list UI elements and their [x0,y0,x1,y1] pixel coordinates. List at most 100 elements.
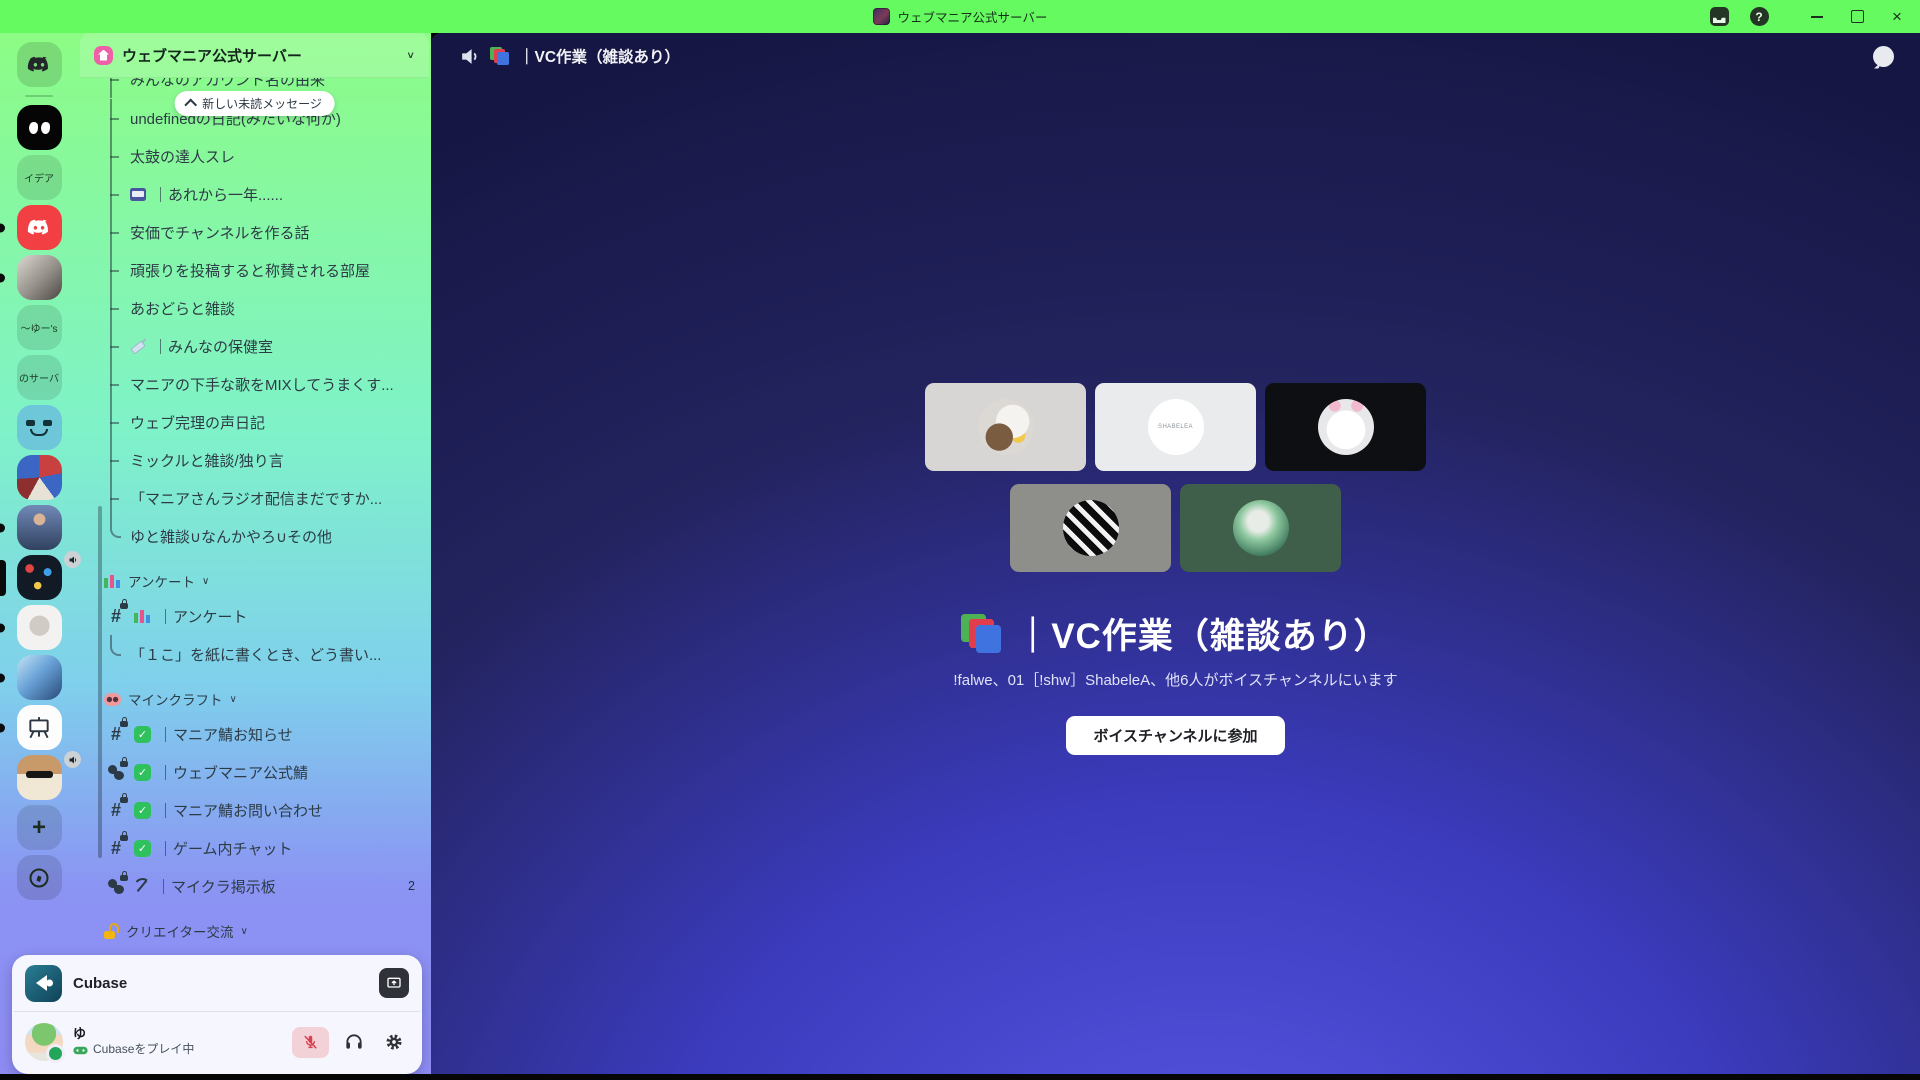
active-server-pill [0,560,6,596]
books-emoji [961,614,1001,654]
server-favicon [873,8,890,25]
participant-tile[interactable] [1010,484,1171,572]
thread-item[interactable]: 「マニアさんラジオ配信まだですか... [78,479,431,517]
nosaba-server-avatar: のサーバ [17,355,62,400]
channel-gamechat[interactable]: # ｜ゲーム内チャット [78,829,431,867]
channel-list: みんなのアカウント名の由来 undefinedの日記(みたいな何か) 太鼓の達人… [78,78,431,947]
channel-keijiban[interactable]: ｜マイクラ掲示板 2 [78,867,431,905]
gamepad-icon [73,1045,88,1056]
pickaxe-emoji [134,878,149,894]
server-rail: イデア 〜ゆー's のサーバ [0,33,78,1080]
thread-item[interactable]: 安価でチャンネルを作る話 [78,213,431,251]
bar-chart-emoji [134,609,151,624]
server-icon-nosaba[interactable]: のサーバ [0,355,78,400]
participants-summary: !falwe、01［!shw］ShabeleA、他6人がボイスチャンネルにいます [953,669,1397,690]
hash-lock-icon: # [104,801,128,819]
server-icon-pixel-art[interactable] [0,455,78,500]
plus-icon: + [17,805,62,850]
suit-man-avatar [17,505,62,550]
maximize-button[interactable] [1844,4,1870,30]
chevron-down-icon: ∨ [406,49,415,60]
discover-button[interactable] [0,855,78,900]
server-icon-easel[interactable] [0,705,78,750]
thread-item[interactable]: ｜あれから一年...... [78,175,431,213]
cubase-app-icon [25,965,62,1002]
chat-bubble-icon[interactable] [1873,46,1894,67]
quote-marks-icon [17,105,62,150]
settings-button[interactable] [378,1027,409,1058]
server-icon-yus[interactable]: 〜ゆー's [0,305,78,350]
server-icon-anime-white[interactable] [0,605,78,650]
thread-item[interactable]: あおどらと雑談 [78,289,431,327]
category-minecraft[interactable]: マインクラフト ∨ [78,683,431,715]
server-icon-anime-blue[interactable] [0,655,78,700]
window-controls: ? × [1706,0,1910,33]
channel-koshikisaba[interactable]: ｜ウェブマニア公式鯖 [78,753,431,791]
participant-tile[interactable] [1265,383,1426,471]
voice-channel-title: ｜VC作業（雑談あり） [961,608,1390,659]
server-icon-sunglasses[interactable] [0,755,78,800]
books-emoji [490,47,509,66]
sunglasses-avatar [17,755,62,800]
thread-item[interactable]: ミックルと雑談/独り言 [78,441,431,479]
server-icon-suit-man[interactable] [0,505,78,550]
channel-list-scrollbar[interactable] [98,506,102,858]
thread-item[interactable]: ｜みんなの保健室 [78,327,431,365]
mic-muted-button[interactable] [292,1027,329,1058]
participant-tile[interactable] [925,383,1086,471]
server-icon-webmania-active[interactable] [0,555,78,600]
yus-server-avatar: 〜ゆー's [17,305,62,350]
user-avatar[interactable] [25,1023,63,1061]
thread-item[interactable]: ウェブ完理の声日記 [78,403,431,441]
inbox-button[interactable] [1706,4,1732,30]
participant-tile[interactable] [1180,484,1341,572]
thread-item[interactable]: 頑張りを投稿すると称賛される部屋 [78,251,431,289]
idea-server-avatar: イデア [17,155,62,200]
join-voice-button[interactable]: ボイスチャンネルに参加 [1066,716,1284,755]
stream-screen-icon [386,975,402,991]
category-anketo[interactable]: アンケート ∨ [78,565,431,597]
thread-branch [104,137,122,175]
film-frames-emoji [130,188,146,201]
server-icon-quotes[interactable] [0,105,78,150]
thread-branch-end [104,635,122,673]
syringe-emoji [130,338,146,354]
avatar [978,399,1034,455]
close-button[interactable]: × [1884,4,1910,30]
unread-dot [0,623,5,632]
avatar [1233,500,1289,556]
channel-oshirase[interactable]: # ｜マニア鯖お知らせ [78,715,431,753]
participant-tile[interactable]: SHABELEA [1095,383,1256,471]
check-mark-emoji [134,726,151,743]
minimize-button[interactable] [1804,4,1830,30]
server-header[interactable]: ウェブマニア公式サーバー ∨ [80,33,429,78]
channel-title: ｜VC作業（雑談あり） [519,45,680,67]
share-activity-button[interactable] [379,968,409,998]
category-creator[interactable]: クリエイター交流 ∨ [78,915,431,947]
thread-branch [104,99,122,137]
channel-anketo[interactable]: # ｜アンケート [78,597,431,635]
new-unread-messages-pill[interactable]: 新しい未読メッセージ [174,91,335,116]
thread-branch [104,78,122,98]
thread-item[interactable]: 太鼓の達人スレ [78,137,431,175]
thread-item[interactable]: マニアの下手な歌をMIXしてうまくす... [78,365,431,403]
unread-dot [0,523,5,532]
headphones-button[interactable] [338,1027,369,1058]
server-icon-teal-face[interactable] [0,405,78,450]
help-button[interactable]: ? [1746,4,1772,30]
add-server-button[interactable]: + [0,805,78,850]
online-status-dot [46,1044,65,1063]
thread-item[interactable]: 「１こ」を紙に書くとき、どう書い... [78,635,431,673]
server-icon-helmet-photo[interactable] [0,255,78,300]
rail-divider [25,95,53,97]
unread-dot [0,723,5,732]
server-icon-red-discord[interactable] [0,205,78,250]
bar-chart-emoji [104,574,121,589]
user-actions [292,1027,409,1058]
channel-otoiawase[interactable]: # ｜マニア鯖お問い合わせ [78,791,431,829]
home-button[interactable] [0,42,78,87]
activity-name: Cubase [73,975,368,992]
server-icon-idea[interactable]: イデア [0,155,78,200]
thread-item[interactable]: ゆと雑談∪なんかやろ∪その他 [78,517,431,555]
teal-face-avatar [17,405,62,450]
